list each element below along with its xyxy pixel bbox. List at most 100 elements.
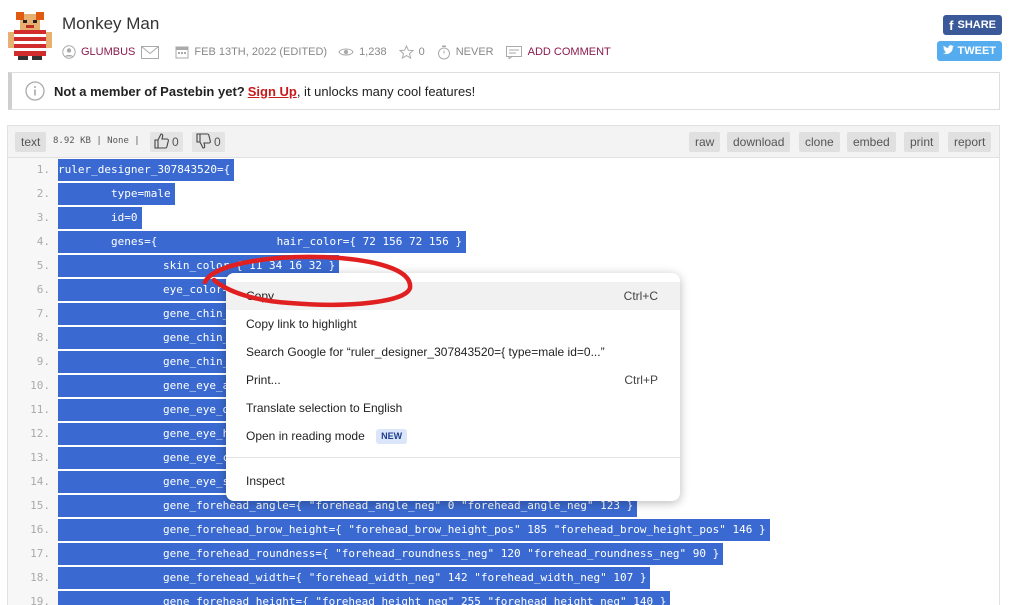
selected-code-text: gene_chin_ [58,327,234,349]
line-number: 2. [36,187,50,200]
clone-button[interactable]: clone [799,132,840,152]
menu-item-label: Search Google for “ruler_designer_307843… [246,345,605,359]
signup-link[interactable]: Sign Up [248,84,297,99]
report-button[interactable]: report [948,132,992,152]
line-number: 11. [30,403,50,416]
line-number: 13. [30,451,50,464]
line-number: 5. [36,259,50,272]
comment-icon[interactable] [505,45,522,59]
line-number: 8. [36,331,50,344]
line-number: 18. [30,571,50,584]
code-line: 18. gene_forehead_width={ "forehead_width… [8,566,998,590]
add-comment-link[interactable]: ADD COMMENT [528,46,611,58]
timer-icon [437,45,451,60]
line-number: 19. [30,595,50,605]
syntax-tag[interactable]: text [15,132,47,152]
notice-bold-text: Not a member of Pastebin yet? [54,83,245,99]
line-number: 14. [30,475,50,488]
line-number: 15. [30,499,50,512]
info-icon [25,81,45,101]
star-count: 0 [418,46,425,58]
code-line: 4. genes={ hair_color={ 72 156 72 156 } [8,230,998,254]
mail-icon[interactable] [141,45,160,59]
facebook-icon: f [949,17,954,33]
line-number: 3. [36,211,50,224]
calendar-icon [175,45,189,59]
selected-code-text: eye_color={ [58,279,240,301]
menu-item-reading-mode[interactable]: Open in reading mode NEW [226,422,680,450]
paste-meta: GLUMBUS FEB 13TH, 2022 (EDITED) 1,238 0 … [62,44,611,60]
menu-shortcut: Ctrl+P [624,373,658,387]
downvote-button[interactable]: 0 [192,132,225,152]
menu-item-inspect[interactable]: Inspect [226,467,680,495]
selected-code-text: gene_eye_s [58,471,234,493]
new-badge: NEW [376,429,408,445]
menu-item-label: Copy link to highlight [246,317,357,331]
menu-item-label: Open in reading mode [246,429,365,443]
selected-code-text: gene_chin_ [58,303,234,325]
eye-icon [338,46,354,58]
menu-separator [226,457,680,458]
tweet-button[interactable]: TWEET [936,41,1002,61]
selected-code-text: type=male [58,183,175,205]
code-line: 2. type=male [8,182,998,206]
menu-item-label: Print... [246,373,281,387]
menu-item-translate[interactable]: Translate selection to English [226,394,680,422]
selected-code-text: gene_forehead_width={ "forehead_width_ne… [58,567,651,589]
line-number: 6. [36,283,50,296]
author-link[interactable]: GLUMBUS [81,46,135,58]
menu-item-print[interactable]: Print... Ctrl+P [226,366,680,394]
selected-code-text: gene_forehead_roundness={ "forehead_roun… [58,543,724,565]
line-number: 16. [30,523,50,536]
selected-code-text: gene_chin_ [58,351,234,373]
line-number: 17. [30,547,50,560]
raw-button[interactable]: raw [689,132,721,152]
notice-rest-text: , it unlocks many cool features! [296,83,476,99]
line-number: 9. [36,355,50,368]
selected-code-text: gene_eye_c [58,447,234,469]
menu-item-copy[interactable]: Copy Ctrl+C [226,282,680,310]
facebook-share-button[interactable]: f SHARE [943,15,1002,35]
paste-date: FEB 13TH, 2022 (EDITED) [194,46,328,58]
thumbs-down-icon [196,132,212,152]
line-number: 7. [36,307,50,320]
selected-code-text: gene_eye_a [58,375,234,397]
expiry-value: NEVER [455,46,494,58]
menu-item-search-google[interactable]: Search Google for “ruler_designer_307843… [226,338,680,366]
view-count: 1,238 [359,46,387,58]
share-label: SHARE [957,19,996,31]
download-button[interactable]: download [727,132,791,152]
tweet-label: TWEET [957,45,997,57]
paste-toolbar: text 8.92 KB | None | 0 0 raw download c… [7,125,1000,158]
code-line: 19. gene_forehead_height={ "forehead_heig… [8,590,998,605]
paste-size: 8.92 KB | None | [53,136,140,146]
selected-code-text: gene_forehead_height={ "forehead_height_… [58,591,671,605]
user-avatar[interactable] [8,12,52,60]
code-line: 1. ruler_designer_307843520={ [8,158,998,182]
menu-item-label: Copy [246,289,275,303]
selected-code-text: id=0 [58,207,142,229]
code-line: 16. gene_forehead_brow_height={ "forehead… [8,518,998,542]
menu-item-copy-link-to-highlight[interactable]: Copy link to highlight [226,310,680,338]
twitter-icon [942,44,954,58]
signup-notice: Not a member of Pastebin yet? Sign Up , … [8,72,1000,110]
star-icon[interactable] [398,44,414,60]
downvote-count: 0 [214,135,221,149]
upvote-button[interactable]: 0 [150,132,183,152]
selected-code-text: gene_eye_d [58,399,234,421]
menu-item-label: Translate selection to English [246,401,403,415]
context-menu: Copy Ctrl+C Copy link to highlight Searc… [226,273,680,501]
line-number: 4. [36,235,50,248]
menu-item-label: Inspect [246,474,285,488]
menu-shortcut: Ctrl+C [623,289,658,303]
thumbs-up-icon [154,132,170,152]
embed-button[interactable]: embed [847,132,896,152]
print-button[interactable]: print [904,132,940,152]
paste-title: Monkey Man [62,14,160,33]
user-icon [62,45,76,59]
selected-code-text: ruler_designer_307843520={ [58,159,235,181]
upvote-count: 0 [172,135,179,149]
code-line: 17. gene_forehead_roundness={ "forehead_r… [8,542,998,566]
selected-code-text: gene_forehead_brow_height={ "forehead_br… [58,519,770,541]
selected-code-text: genes={ hair_color={ 72 156 72 156 } [58,231,466,253]
